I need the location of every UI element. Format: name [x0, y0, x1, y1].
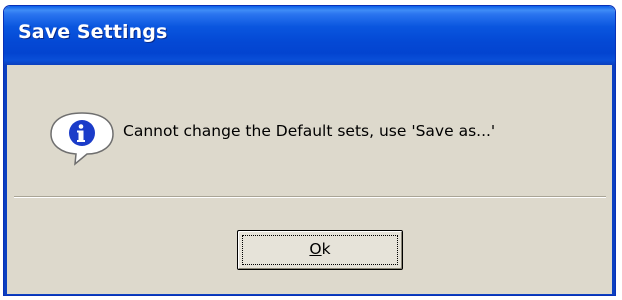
title-bar[interactable]: Save Settings — [4, 6, 615, 65]
ok-label-rest: k — [321, 240, 331, 258]
ok-mnemonic-letter: O — [309, 240, 322, 258]
save-settings-dialog: Save Settings Cannot change the Default … — [3, 5, 616, 296]
window-frame-right — [612, 65, 615, 295]
ok-button[interactable]: Ok — [237, 230, 403, 270]
dialog-message: Cannot change the Default sets, use 'Sav… — [123, 122, 496, 140]
window-title: Save Settings — [18, 21, 168, 43]
dialog-body: Cannot change the Default sets, use 'Sav… — [7, 65, 612, 294]
separator — [14, 196, 606, 198]
ok-button-label: Ok — [238, 240, 402, 258]
info-bubble-icon — [50, 112, 114, 166]
